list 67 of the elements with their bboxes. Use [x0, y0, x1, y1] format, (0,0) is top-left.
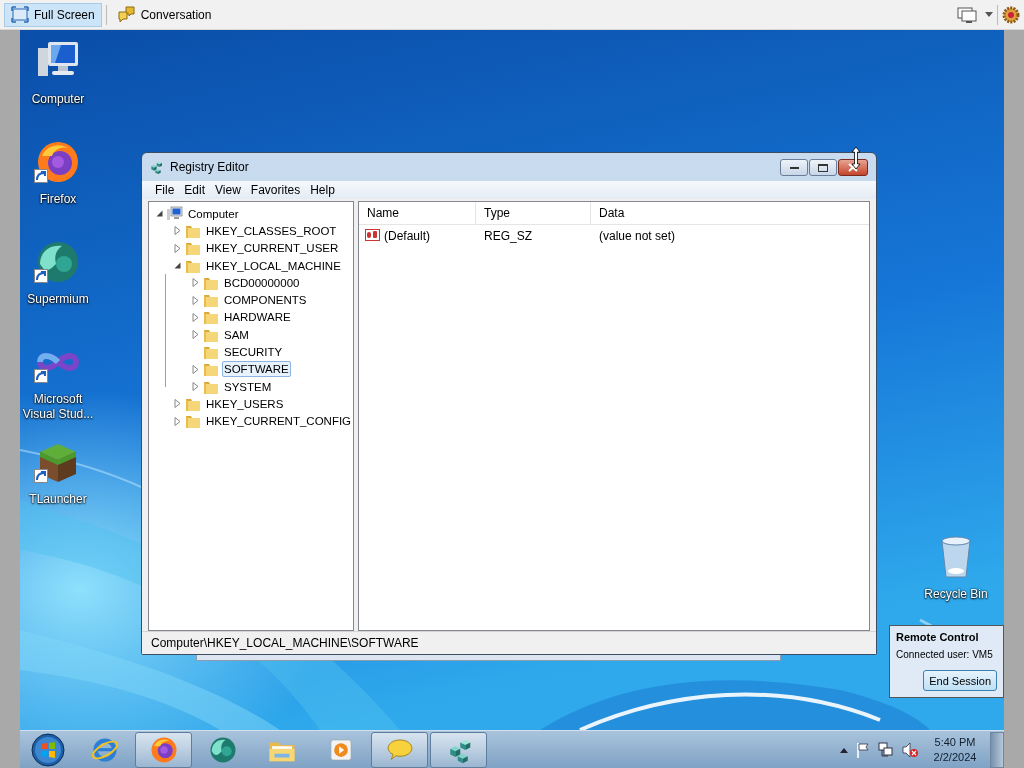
fullscreen-icon: [11, 6, 29, 23]
icon-label[interactable]: Computer: [20, 92, 96, 107]
toolbar-button[interactable]: Full Screen: [4, 2, 102, 27]
folder-icon: [203, 309, 219, 326]
folder-icon: [185, 240, 201, 257]
tree-item[interactable]: SECURITY: [222, 344, 285, 360]
taskbar-button[interactable]: [430, 731, 487, 768]
maximize-icon: [818, 163, 828, 172]
folder-icon: [203, 344, 219, 360]
clock-time: 5:40 PM: [934, 734, 976, 750]
window-title: Registry Editor: [170, 160, 250, 174]
taskbar-button[interactable]: [371, 731, 428, 768]
taskbar-button[interactable]: [135, 731, 192, 768]
tree-item[interactable]: HKEY_CURRENT_CONFIG: [204, 413, 354, 430]
tree-item[interactable]: COMPONENTS: [222, 292, 309, 309]
status-bar: Computer\HKEY_LOCAL_MACHINE\SOFTWARE: [142, 631, 876, 654]
tree-item[interactable]: Computer: [186, 205, 241, 222]
panel-title: Remote Control: [896, 630, 980, 644]
close-icon: [848, 163, 858, 172]
flag-icon[interactable]: [856, 741, 870, 758]
start-orb-icon: [31, 732, 65, 767]
string-value-icon: [365, 228, 381, 243]
icon-label[interactable]: Supermium: [20, 292, 96, 307]
clock-date: 2/2/2024: [933, 749, 977, 765]
monitor-icon[interactable]: [957, 5, 977, 24]
column-header[interactable]: Type: [476, 202, 591, 224]
menu-item[interactable]: Edit: [179, 183, 211, 197]
maximize-button[interactable]: [809, 159, 837, 176]
column-header[interactable]: Data: [591, 202, 869, 224]
caret-icon[interactable]: [985, 11, 993, 18]
tree-item[interactable]: HKEY_CLASSES_ROOT: [204, 222, 339, 239]
tree-item[interactable]: SOFTWARE: [222, 361, 291, 378]
speech-bubble-icon: [117, 6, 136, 23]
column-header[interactable]: Name: [359, 202, 476, 224]
muted-speaker-icon[interactable]: [902, 741, 918, 758]
network-icon[interactable]: [878, 741, 894, 758]
expander-icon[interactable]: [154, 209, 164, 219]
up-arrow-icon[interactable]: [840, 746, 848, 753]
icon-label[interactable]: Microsoft Visual Stud...: [20, 392, 96, 422]
expander-icon[interactable]: [172, 261, 182, 271]
folder-icon: [185, 413, 201, 430]
table-cell: (Default): [384, 228, 430, 243]
menu-item[interactable]: Favorites: [245, 183, 306, 197]
tree-item[interactable]: BCD00000000: [222, 274, 302, 291]
gear-icon[interactable]: [1002, 5, 1020, 24]
toolbar-button[interactable]: Conversation: [110, 2, 219, 27]
menu-item[interactable]: File: [150, 183, 180, 197]
minimize-button[interactable]: [780, 159, 808, 176]
icon-label[interactable]: Firefox: [20, 192, 96, 207]
tree-item[interactable]: HKEY_USERS: [204, 395, 286, 412]
tree-item[interactable]: HKEY_LOCAL_MACHINE: [204, 257, 343, 274]
tree-item[interactable]: SAM: [222, 326, 251, 343]
folder-icon: [203, 292, 219, 309]
cubes-icon: [148, 159, 164, 175]
resize-cursor-icon: [851, 147, 861, 169]
menu-item[interactable]: View: [210, 183, 246, 197]
end-session-button[interactable]: End Session: [923, 670, 997, 691]
table-cell-text: REG_SZ: [483, 227, 533, 245]
menu-item[interactable]: Help: [305, 183, 340, 197]
clock[interactable]: 5:40 PM 2/2/2024: [926, 734, 984, 765]
tree-item[interactable]: HARDWARE: [222, 309, 293, 326]
folder-icon: [203, 361, 219, 378]
table-cell-text: (value not set): [598, 227, 677, 245]
connection-text: Connected user: VM5: [896, 648, 993, 662]
tree-item[interactable]: HKEY_CURRENT_USER: [204, 240, 341, 257]
computer-icon: [167, 205, 183, 222]
tree-item[interactable]: SYSTEM: [222, 378, 274, 395]
